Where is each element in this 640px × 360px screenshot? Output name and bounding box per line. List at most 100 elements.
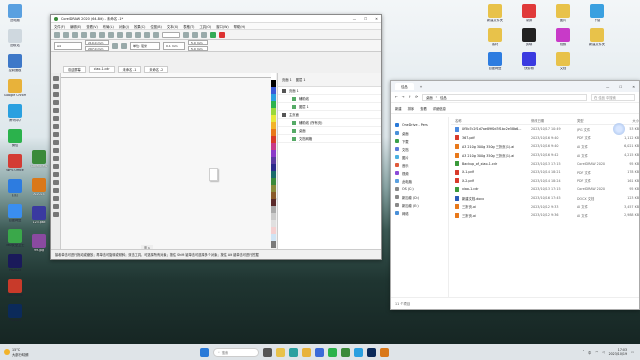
menu-item[interactable]: 编辑(E): [70, 24, 81, 29]
menu-item[interactable]: 效果(C): [134, 24, 145, 29]
menu-item[interactable]: 帮助(H): [234, 24, 246, 29]
redo-icon[interactable]: [126, 31, 132, 38]
file-row[interactable]: Backup_of_xiao-1.cdr 2023/10/13 17:15 Core…: [451, 159, 639, 168]
file-row[interactable]: 新建文档.docx 2023/10/16 17:45 DOCX 文档 123 KB: [451, 194, 639, 203]
menu-item[interactable]: 窗口(W): [216, 24, 228, 29]
file-row[interactable]: xiao-1.cdr 2023/10/13 17:15 CorelDRAW 2020…: [451, 185, 639, 194]
desktop-icon[interactable]: 控制面板: [4, 54, 26, 73]
parallel-dimension-icon[interactable]: [52, 156, 59, 161]
paste-icon[interactable]: [108, 31, 114, 38]
snap-icon[interactable]: [201, 31, 207, 38]
maximize-icon[interactable]: ☐: [364, 17, 367, 21]
desktop-icon[interactable]: PR2025: [4, 254, 26, 273]
eyedropper-icon[interactable]: [52, 188, 59, 193]
nav-item[interactable]: 新加卷 (E:): [391, 201, 448, 209]
object-tree-row[interactable]: 图层 1: [278, 103, 381, 111]
store-icon[interactable]: [315, 347, 324, 357]
rectangle-tool-icon[interactable]: [52, 124, 59, 129]
close-icon[interactable]: ✕: [632, 85, 635, 89]
file-row[interactable]: A3 210g 300g 350g 三折页(1).ai 2023/10/16 9:…: [451, 151, 639, 160]
desktop-icon[interactable]: 百度网盘: [484, 52, 506, 71]
copy-icon[interactable]: [99, 31, 105, 38]
desktop-icon[interactable]: 下载: [586, 4, 608, 23]
object-tree-row[interactable]: 桌面: [278, 127, 381, 135]
text-tool-icon[interactable]: [52, 148, 59, 153]
palette-swatch[interactable]: [271, 80, 276, 87]
qq-icon[interactable]: [354, 347, 363, 357]
palette-swatch[interactable]: [271, 136, 276, 143]
object-tree-row[interactable]: 主页面: [278, 111, 381, 119]
artistic-media-icon[interactable]: [52, 116, 59, 121]
weather-widget[interactable]: 15°C 大部分晴朗: [0, 348, 90, 357]
add-tool-icon[interactable]: [52, 212, 59, 217]
edge-icon[interactable]: [289, 347, 298, 357]
desktop-icon[interactable]: AI2024: [28, 178, 50, 197]
palette-swatch[interactable]: [271, 241, 276, 248]
new-icon[interactable]: [54, 31, 60, 38]
column-name[interactable]: 名称: [451, 118, 531, 123]
wifi-icon[interactable]: ◠: [595, 350, 598, 354]
menu-item[interactable]: 工具(O): [199, 24, 211, 29]
palette-swatch[interactable]: [271, 150, 276, 157]
interactive-fill-icon[interactable]: [52, 196, 59, 201]
palette-swatch[interactable]: [271, 192, 276, 199]
menu-item[interactable]: 查看(V): [86, 24, 97, 29]
desktop-icon[interactable]: 腾讯QQ: [4, 104, 26, 123]
notification-icon[interactable]: ▭: [631, 350, 634, 354]
connector-tool-icon[interactable]: [52, 164, 59, 169]
drop-shadow-icon[interactable]: [52, 172, 59, 177]
object-tree-row[interactable]: 文档网格: [278, 135, 381, 143]
palette-swatch[interactable]: [271, 73, 276, 80]
palette-swatch[interactable]: [271, 108, 276, 115]
drawing-canvas[interactable]: 页 1: [61, 78, 281, 251]
polygon-tool-icon[interactable]: [52, 140, 59, 145]
nav-item[interactable]: 音乐: [391, 161, 448, 169]
palette-swatch[interactable]: [271, 94, 276, 101]
zoom-tool-icon[interactable]: [52, 100, 59, 105]
undo-icon[interactable]: [117, 31, 123, 38]
nav-item[interactable]: 下载: [391, 137, 448, 145]
palette-swatch[interactable]: [271, 199, 276, 206]
desktop-icon[interactable]: Coreldraw: [28, 150, 50, 169]
export-icon[interactable]: [144, 31, 150, 38]
palette-swatch[interactable]: [271, 227, 276, 234]
page-width-field[interactable]: 210.0 mm: [85, 40, 109, 45]
command-button[interactable]: 新建: [395, 106, 402, 111]
menu-item[interactable]: 对象(J): [119, 24, 129, 29]
page-size-select[interactable]: A4: [54, 41, 82, 50]
desktop-icon[interactable]: WPS Office: [4, 154, 26, 173]
file-row[interactable]: X-2.pdf 2023/10/14 18:24 PDF 文件 161 KB: [451, 177, 639, 186]
nav-item[interactable]: OneDrive - Pers: [391, 121, 448, 129]
file-row[interactable]: 0f5b7c2f1d7ae89f0d3f1bc2e58b6... 2023/10/…: [451, 125, 639, 134]
back-icon[interactable]: ←: [395, 95, 398, 99]
desktop-icon[interactable]: 回收站: [4, 29, 26, 48]
pick-tool-icon[interactable]: [52, 76, 59, 81]
desktop-icon[interactable]: Google Chrome: [4, 79, 26, 98]
menu-item[interactable]: 布局(L): [103, 24, 114, 29]
illustrator-icon[interactable]: [380, 347, 389, 357]
ellipse-tool-icon[interactable]: [52, 132, 59, 137]
new-tab-icon[interactable]: +: [420, 85, 423, 89]
desktop-icon[interactable]: 素材: [484, 28, 506, 47]
shape-tool-icon[interactable]: [52, 84, 59, 89]
desktop-icon[interactable]: 123.psd: [28, 206, 50, 225]
palette-swatch[interactable]: [271, 87, 276, 94]
palette-swatch[interactable]: [271, 220, 276, 227]
file-row[interactable]: A3 210g 300g 350g 三折页(1).ai 2023/10/16 9:…: [451, 142, 639, 151]
desktop-icon[interactable]: 快剪辑: [518, 52, 540, 71]
object-tree-row[interactable]: 辅助线 (所有页): [278, 119, 381, 127]
palette-swatch[interactable]: [271, 129, 276, 136]
file-explorer-icon[interactable]: [276, 347, 285, 357]
palette-swatch[interactable]: [271, 157, 276, 164]
desktop-icon[interactable]: 录屏: [518, 4, 540, 23]
volume-icon[interactable]: ◁: [602, 350, 604, 354]
desktop-icon[interactable]: 360安全卫士: [4, 229, 26, 248]
nav-item[interactable]: 此电脑: [391, 177, 448, 185]
document-tab[interactable]: 欢迎屏幕: [63, 66, 86, 73]
chrome-icon[interactable]: [302, 347, 311, 357]
desktop-icon[interactable]: PS2024: [4, 304, 26, 323]
breadcrumb-root[interactable]: 桌面: [426, 95, 433, 100]
units-select[interactable]: 单位: 毫米: [130, 41, 160, 50]
document-tab[interactable]: ciao-1.cdr: [88, 66, 115, 73]
transparency-icon[interactable]: [52, 180, 59, 185]
